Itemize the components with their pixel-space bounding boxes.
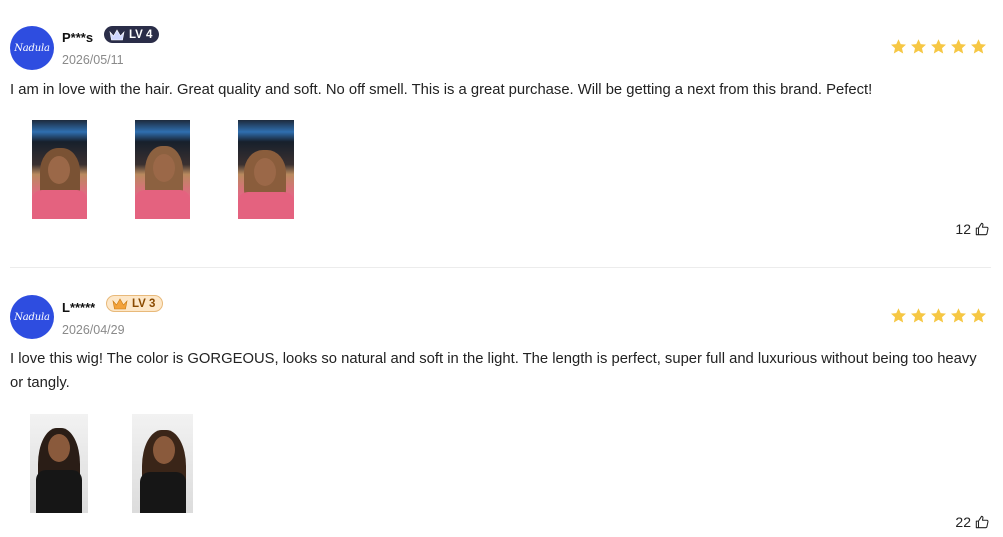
review-date: 2026/05/11	[62, 53, 124, 67]
star-icon	[931, 39, 946, 54]
review-card: Nadula L***** LV 3 2026/04/29 I love thi…	[0, 268, 1003, 537]
star-icon	[891, 39, 906, 54]
like-count: 12	[955, 221, 971, 237]
level-badge: LV 3	[106, 295, 164, 312]
level-badge: LV 4	[104, 26, 160, 43]
star-icon	[951, 39, 966, 54]
avatar[interactable]: Nadula	[10, 295, 54, 339]
avatar[interactable]: Nadula	[10, 26, 54, 70]
crown-icon	[109, 28, 125, 40]
review-card: Nadula P***s LV 4 2026/05/11 I am in lov…	[0, 0, 1003, 268]
like-button[interactable]: 22	[955, 514, 989, 530]
crown-icon	[112, 297, 128, 309]
star-icon	[951, 308, 966, 323]
review-photo[interactable]	[30, 414, 88, 513]
review-text: I love this wig! The color is GORGEOUS, …	[10, 351, 977, 391]
review-text: I am in love with the hair. Great qualit…	[10, 82, 873, 98]
review-photo[interactable]	[132, 414, 193, 513]
reviewer-name: P***s	[62, 30, 94, 45]
star-icon	[971, 308, 986, 323]
level-label: LV 3	[132, 297, 156, 310]
like-count: 22	[955, 514, 971, 530]
like-button[interactable]: 12	[955, 221, 989, 237]
star-rating	[890, 307, 987, 324]
thumbs-up-icon	[975, 515, 989, 529]
review-date: 2026/04/29	[62, 323, 125, 337]
thumbs-up-icon	[975, 222, 989, 236]
star-icon	[911, 39, 926, 54]
review-photo[interactable]	[32, 120, 87, 219]
star-rating	[890, 38, 987, 55]
reviewer-name: L*****	[62, 300, 96, 315]
review-photo[interactable]	[135, 120, 190, 219]
review-photo[interactable]	[238, 120, 294, 219]
star-icon	[931, 308, 946, 323]
star-icon	[971, 39, 986, 54]
star-icon	[911, 308, 926, 323]
level-label: LV 4	[129, 28, 153, 41]
star-icon	[891, 308, 906, 323]
